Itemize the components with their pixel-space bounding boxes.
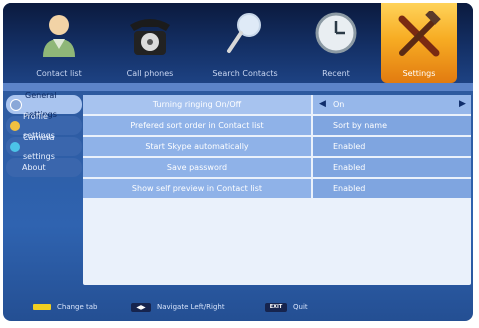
- sidebar-item-label: About: [22, 163, 46, 172]
- setting-row-sort-order[interactable]: Prefered sort order in Contact list Sort…: [83, 116, 471, 135]
- setting-value[interactable]: Enabled: [313, 179, 471, 198]
- setting-label: Show self preview in Contact list: [83, 179, 313, 198]
- tab-label: Recent: [322, 69, 350, 78]
- camera-icon: [10, 141, 20, 152]
- hint-navigate: ◀▶ Navigate Left/Right: [131, 302, 225, 312]
- clock-icon: [315, 12, 357, 54]
- arrow-left-icon[interactable]: ◀: [319, 95, 326, 114]
- footer-hints: Change tab ◀▶ Navigate Left/Right EXIT Q…: [3, 291, 473, 321]
- top-tab-bar: Contact list Call phones Search Contacts: [3, 3, 473, 83]
- setting-value-text: On: [333, 100, 345, 109]
- setting-label: Turning ringing On/Off: [83, 95, 313, 114]
- tab-label: Contact list: [36, 69, 82, 78]
- setting-label: Prefered sort order in Contact list: [83, 116, 313, 135]
- settings-panel: Turning ringing On/Off ◀ On ▶ Prefered s…: [83, 95, 471, 285]
- yellow-key-icon: [33, 304, 51, 310]
- setting-value[interactable]: Enabled: [313, 158, 471, 177]
- contact-icon: [43, 15, 75, 57]
- phone-icon: [130, 19, 170, 55]
- hint-change-tab: Change tab: [33, 302, 98, 312]
- setting-label: Save password: [83, 158, 313, 177]
- tab-label: Call phones: [126, 69, 174, 78]
- sidebar-item-camera-settings[interactable]: Camera settings: [6, 133, 82, 161]
- gear-icon: [10, 98, 22, 111]
- hint-label: Change tab: [57, 303, 98, 311]
- arrow-right-icon[interactable]: ▶: [459, 95, 466, 114]
- search-icon: [227, 13, 261, 53]
- setting-value[interactable]: ◀ On ▶: [313, 95, 471, 114]
- setting-value[interactable]: Enabled: [313, 137, 471, 156]
- left-right-keys-icon: ◀▶: [131, 302, 151, 312]
- hint-label: Navigate Left/Right: [157, 303, 225, 311]
- setting-row-save-password[interactable]: Save password Enabled: [83, 158, 471, 177]
- setting-row-self-preview[interactable]: Show self preview in Contact list Enable…: [83, 179, 471, 198]
- tab-contact-list[interactable]: Contact list: [17, 3, 101, 83]
- tab-label: Settings: [402, 69, 436, 78]
- hint-label: Quit: [293, 303, 308, 311]
- tv-screen: Contact list Call phones Search Contacts: [3, 3, 473, 321]
- setting-row-ringing[interactable]: Turning ringing On/Off ◀ On ▶: [83, 95, 471, 114]
- tab-recent[interactable]: Recent: [297, 3, 375, 83]
- settings-sidebar: General settings Profile settings Camera…: [6, 91, 82, 179]
- setting-row-start-skype[interactable]: Start Skype automatically Enabled: [83, 137, 471, 156]
- tab-label: Search Contacts: [212, 69, 278, 78]
- setting-value[interactable]: Sort by name: [313, 116, 471, 135]
- tab-settings[interactable]: Settings: [381, 3, 457, 83]
- setting-label: Start Skype automatically: [83, 137, 313, 156]
- hint-quit: EXIT Quit: [265, 302, 308, 312]
- tab-search-contacts[interactable]: Search Contacts: [199, 3, 291, 83]
- profile-icon: [10, 120, 20, 131]
- tab-call-phones[interactable]: Call phones: [107, 3, 193, 83]
- exit-key-icon: EXIT: [265, 302, 287, 312]
- tools-icon: [398, 11, 441, 57]
